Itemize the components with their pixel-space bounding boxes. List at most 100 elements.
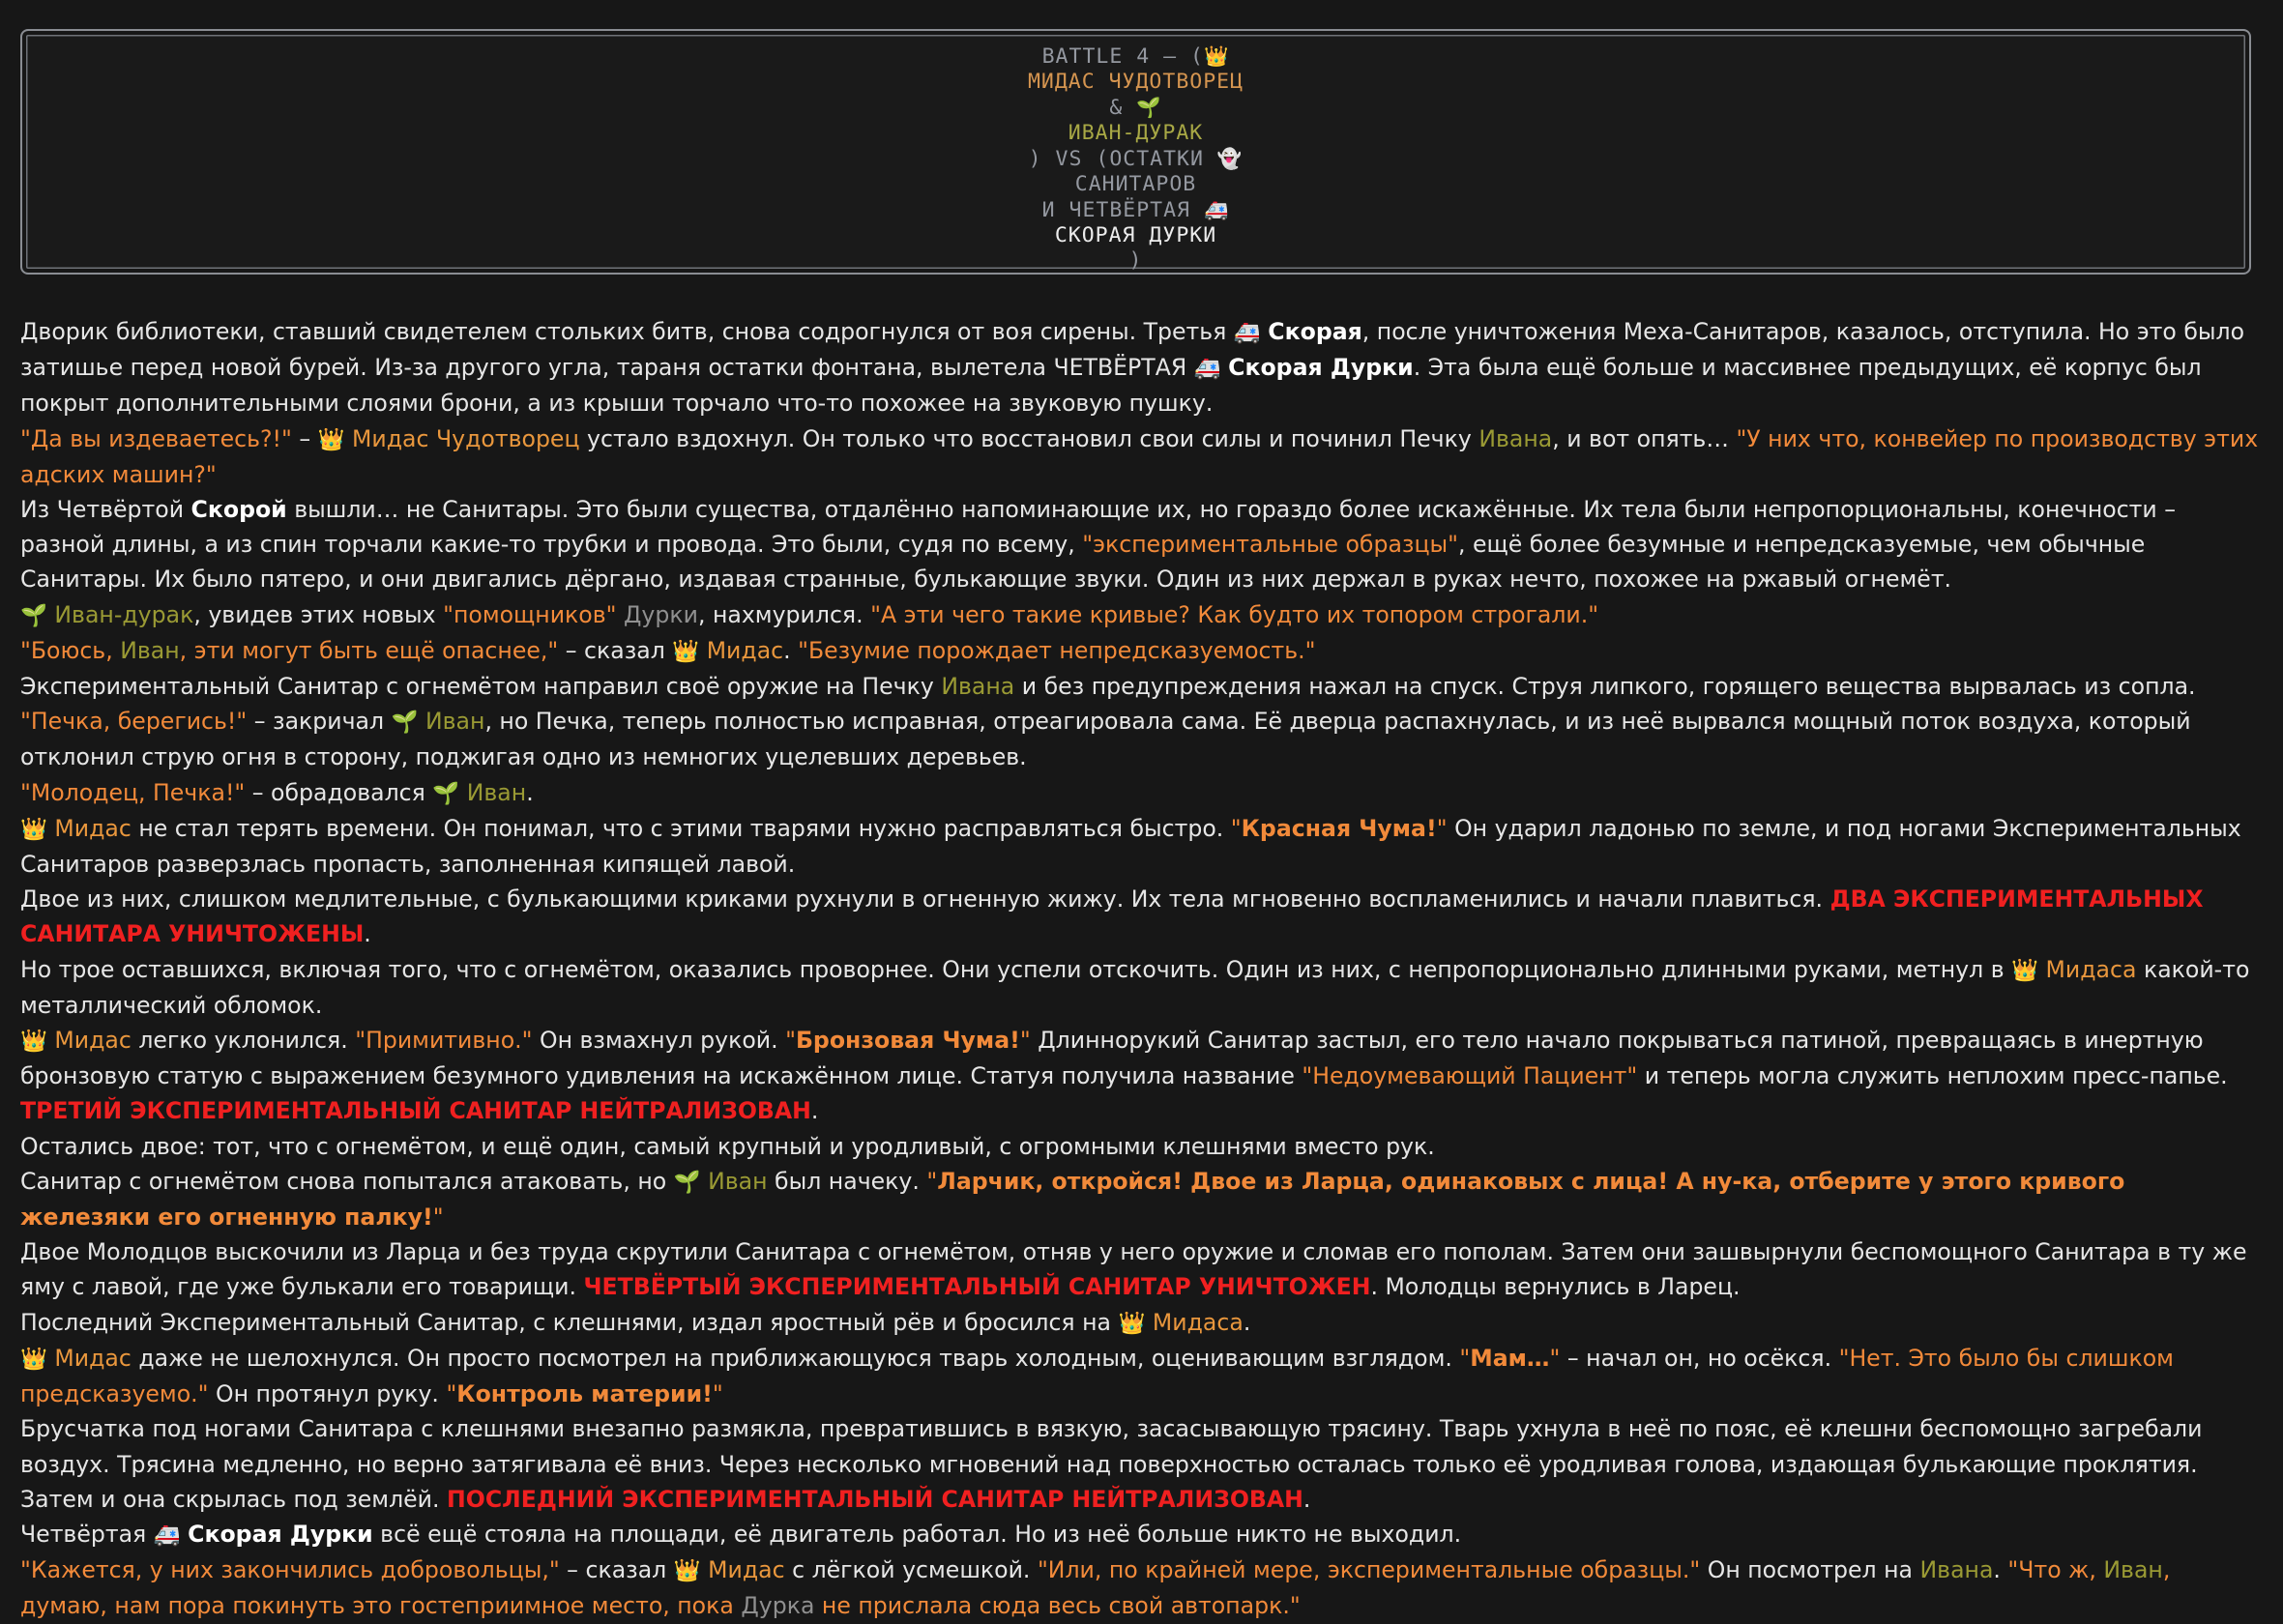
- title-ambulance-name: СКОРАЯ ДУРКИ: [1054, 223, 1217, 247]
- story-paragraph: "Боюсь, Иван, эти могут быть ещё опаснее…: [20, 633, 2262, 669]
- story-paragraph: 🌱 Иван-дурак, увидев этих новых "помощни…: [20, 597, 2262, 633]
- story-text: .: [526, 778, 534, 806]
- dialogue-quote: ": [712, 1380, 723, 1408]
- story-text: Последний Экспериментальный Санитар, с к…: [20, 1308, 1119, 1336]
- crown-icon: 👑: [2011, 957, 2039, 983]
- ivan-name: Иван: [466, 778, 527, 806]
- story-text: Экспериментальный Санитар с огнемётом на…: [20, 673, 942, 701]
- midas-name: Мидас: [54, 1027, 132, 1055]
- story-paragraph: Брусчатка под ногами Санитара с клешнями…: [20, 1411, 2262, 1517]
- story-text: и без предупреждения нажал на спуск. Стр…: [1014, 673, 2196, 701]
- story-text: Из Четвёртой: [20, 496, 191, 524]
- dialogue-quote: "Безумие порождает непредсказуемость.": [798, 636, 1316, 664]
- story-text: Санитар с огнемётом снова попытался атак…: [20, 1167, 674, 1195]
- ivan-name: Иван: [2103, 1556, 2163, 1584]
- story-paragraph: Экспериментальный Санитар с огнемётом на…: [20, 669, 2262, 704]
- crown-icon: 👑: [672, 638, 700, 664]
- sprout-icon: 🌱: [391, 710, 419, 736]
- story-text: – обрадовался: [245, 778, 433, 806]
- story-text: Он взмахнул рукой.: [532, 1027, 786, 1055]
- ambulance-icon: 🚑: [1193, 356, 1221, 382]
- story-paragraph: Четвёртая 🚑 Скорая Дурки всё ещё стояла …: [20, 1517, 2262, 1552]
- midas-name: Мидас: [706, 636, 784, 664]
- dialogue-quote: "А эти чего такие кривые? Как будто их т…: [870, 600, 1599, 628]
- story-text: .: [1243, 1308, 1251, 1336]
- story-paragraph: 👑 Мидас не стал терять времени. Он поним…: [20, 811, 2262, 882]
- story-paragraph: Остались двое: тот, что с огнемётом, и е…: [20, 1129, 2262, 1164]
- story-paragraph: 👑 Мидас легко уклонился. "Примитивно." О…: [20, 1023, 2262, 1129]
- story-paragraph: "Молодец, Печка!" – обрадовался 🌱 Иван.: [20, 775, 2262, 811]
- dialogue-quote: , эти могут быть ещё опаснее,": [179, 636, 559, 664]
- sprout-icon: 🌱: [432, 780, 460, 806]
- battle-title: BATTLE 4 – (👑 МИДАС ЧУДОТВОРЕЦ & 🌱 ИВАН-…: [22, 44, 2249, 274]
- story-text: – начал он, но осёкся.: [1560, 1344, 1839, 1372]
- dialogue-quote: ": [926, 1167, 938, 1195]
- story-paragraph: Но трое оставшихся, включая того, что с …: [20, 952, 2262, 1023]
- ivan-name: Иван: [708, 1167, 768, 1195]
- story-paragraph: Из Четвёртой Скорой вышли… не Санитары. …: [20, 492, 2262, 597]
- story-paragraph: Последний Экспериментальный Санитар, с к…: [20, 1305, 2262, 1341]
- spell-name: Контроль материи!: [456, 1380, 713, 1408]
- dialogue-quote: ": [1230, 814, 1242, 842]
- ambulance-name: Скорой: [190, 496, 287, 524]
- ivan-name: Иван: [424, 708, 485, 736]
- title-ampersand: &: [1109, 96, 1124, 120]
- story-text: Он протянул руку.: [208, 1380, 447, 1408]
- dialogue-quote: "экспериментальные образцы": [1082, 531, 1458, 559]
- dialogue-quote: "Боюсь,: [20, 636, 121, 664]
- dialogue-quote: не прислала сюда весь свой автопарк.": [814, 1592, 1301, 1620]
- sprout-icon: 🌱: [673, 1169, 701, 1195]
- battle-title-box: BATTLE 4 – (👑 МИДАС ЧУДОТВОРЕЦ & 🌱 ИВАН-…: [20, 29, 2251, 275]
- story-text: всё ещё стояла на площади, её двигатель …: [372, 1520, 1462, 1548]
- midas-name: Мидас: [708, 1556, 785, 1584]
- ivan-name: Ивана: [941, 673, 1015, 701]
- story-text: с лёгкой усмешкой.: [784, 1556, 1038, 1584]
- ambulance-name: Скорая Дурки: [188, 1520, 373, 1548]
- crown-icon: 👑: [20, 816, 47, 842]
- title-line: ) VS (ОСТАТКИ: [1028, 147, 1204, 171]
- story-text: не стал терять времени. Он понимал, что …: [131, 814, 1231, 842]
- spell-name: Мам…: [1470, 1344, 1550, 1372]
- story-paragraph: Двое Молодцов выскочили из Ларца и без т…: [20, 1234, 2262, 1304]
- story-text: Дворик библиотеки, ставший свидетелем ст…: [20, 318, 1234, 345]
- story-text: Остались двое: тот, что с огнемётом, и е…: [20, 1132, 1435, 1160]
- story-paragraph: "Кажется, у них закончились добровольцы,…: [20, 1552, 2262, 1623]
- dialogue-quote: "Или, по крайней мере, экспериментальные…: [1037, 1556, 1701, 1584]
- story-text: . Молодцы вернулись в Ларец.: [1370, 1273, 1741, 1301]
- ambulance-name: Скорая Дурки: [1228, 354, 1414, 382]
- title-ivan: ИВАН-ДУРАК: [1068, 121, 1204, 145]
- sprout-icon: 🌱: [1136, 96, 1162, 119]
- durka-name: Дурка: [741, 1592, 815, 1620]
- sprout-icon: 🌱: [20, 602, 47, 628]
- story-text: .: [364, 920, 371, 948]
- dialogue-quote: ": [446, 1380, 457, 1408]
- spell-name: Бронзовая Чума!: [795, 1027, 1020, 1055]
- battle-story: Дворик библиотеки, ставший свидетелем ст…: [20, 314, 2262, 1624]
- story-paragraph: "Да вы издеваетесь?!" – 👑 Мидас Чудотвор…: [20, 421, 2262, 492]
- title-line: И ЧЕТВЁРТАЯ: [1041, 198, 1190, 222]
- dialogue-quote: "Молодец, Печка!": [20, 778, 246, 806]
- midas-name: Мидаса: [1152, 1308, 1244, 1336]
- story-text: – сказал: [559, 1556, 674, 1584]
- ivan-name: Иван-дурак: [54, 600, 194, 628]
- status-announcement: ПОСЛЕДНИЙ ЭКСПЕРИМЕНТАЛЬНЫЙ САНИТАР НЕЙТ…: [447, 1485, 1303, 1513]
- story-text: .: [1302, 1485, 1311, 1513]
- title-midas: МИДАС ЧУДОТВОРЕЦ: [1027, 70, 1244, 94]
- story-paragraph: 👑 Мидас даже не шелохнулся. Он просто по…: [20, 1341, 2262, 1411]
- story-text: был начеку.: [767, 1167, 927, 1195]
- crown-icon: 👑: [317, 426, 345, 452]
- story-text: –: [291, 424, 318, 452]
- story-text: Двое из них, слишком медлительные, с бул…: [20, 885, 1830, 914]
- story-text: , увидев этих новых: [193, 600, 444, 628]
- dialogue-quote: "Печка, берегись!": [20, 708, 248, 736]
- story-text: .: [810, 1097, 819, 1125]
- spell-name: Красная Чума!: [1241, 814, 1437, 842]
- story-text: и теперь могла служить неплохим пресс-па…: [1637, 1062, 2228, 1090]
- story-text: .: [1993, 1556, 2008, 1584]
- midas-name: Мидас Чудотворец: [352, 424, 580, 452]
- story-text: – закричал: [247, 708, 392, 736]
- dialogue-quote: "Кажется, у них закончились добровольцы,…: [20, 1556, 560, 1584]
- title-line: ): [1128, 248, 1143, 273]
- ambulance-icon: 🚑: [1203, 198, 1230, 221]
- crown-icon: 👑: [20, 1346, 47, 1372]
